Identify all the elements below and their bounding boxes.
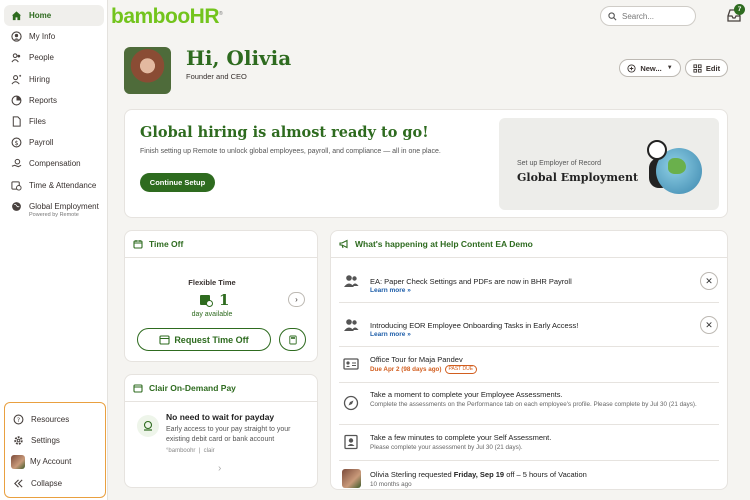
file-icon — [11, 116, 22, 127]
calendar-icon — [133, 239, 143, 249]
page-title: Hi, Olivia — [186, 46, 292, 70]
globe-icon — [11, 201, 22, 212]
learn-more-link[interactable]: Learn more » — [370, 331, 411, 338]
profile-photo[interactable] — [124, 47, 171, 94]
sidebar-item-collapse[interactable]: Collapse — [6, 473, 105, 494]
people-icon — [11, 52, 22, 63]
job-title: Founder and CEO — [186, 72, 247, 81]
chevron-down-icon: ▼ — [666, 65, 673, 71]
sidebar-item-resources[interactable]: ? Resources — [6, 409, 105, 430]
whats-happening-heading: What's happening at Help Content EA Demo — [339, 239, 533, 249]
global-employment-promo[interactable]: Set up Employer of Record Global Employm… — [499, 118, 719, 210]
pie-chart-icon — [11, 95, 22, 106]
bottom-nav: ? Resources Settings My Account Collapse — [4, 402, 106, 498]
gear-icon — [13, 435, 24, 446]
clock-calendar-icon — [11, 180, 22, 191]
calendar-request-icon — [159, 334, 170, 345]
dismiss-button[interactable]: ✕ — [700, 272, 718, 290]
calculator-icon — [288, 335, 297, 345]
chevron-right-icon[interactable]: › — [218, 463, 221, 474]
learn-more-link[interactable]: Learn more » — [370, 287, 411, 294]
time-off-balance: 1 — [199, 291, 229, 309]
plus-circle-icon — [627, 63, 636, 73]
person-circle-icon — [11, 31, 22, 42]
sidebar-item-files[interactable]: Files — [4, 111, 104, 132]
list-item[interactable]: Take a moment to complete your Employee … — [339, 383, 719, 425]
global-hiring-subtitle: Finish setting up Remote to unlock globa… — [140, 148, 441, 155]
people-icon — [343, 317, 359, 333]
panda-head-illustration — [647, 140, 667, 160]
pay-card-icon — [133, 383, 143, 393]
hiring-icon — [11, 74, 22, 85]
main-nav: Home My Info People Hiring Reports Files… — [4, 5, 104, 218]
money-clock-icon — [137, 415, 159, 437]
person-card-icon — [343, 434, 359, 450]
clair-heading: Clair On-Demand Pay — [133, 383, 236, 393]
avatar — [342, 469, 361, 488]
id-card-icon — [343, 356, 359, 372]
sidebar: Home My Info People Hiring Reports Files… — [0, 0, 108, 500]
megaphone-icon — [339, 239, 349, 249]
list-item[interactable]: EA: Paper Check Settings and PDFs are no… — [339, 259, 719, 303]
global-employment-sublabel: Powered by Remote — [29, 211, 79, 218]
continue-setup-button[interactable]: Continue Setup — [140, 173, 215, 192]
grid-icon — [693, 63, 702, 73]
chevron-right-icon[interactable]: › — [288, 292, 305, 307]
time-off-heading: Time Off — [133, 239, 183, 249]
time-off-policy: Flexible Time — [188, 278, 236, 287]
list-item[interactable]: Take a few minutes to complete your Self… — [339, 425, 719, 461]
sidebar-item-my-account[interactable]: My Account — [6, 451, 105, 472]
sidebar-item-people[interactable]: People — [4, 47, 104, 68]
calendar-clock-icon — [199, 293, 213, 307]
clair-body: Early access to your pay straight to you… — [166, 426, 291, 443]
partner-logos: °bamboohr | clair — [166, 448, 215, 454]
double-chevron-left-icon — [13, 478, 24, 489]
bamboohr-logo[interactable]: bambooHR® — [111, 5, 223, 29]
dismiss-button[interactable]: ✕ — [700, 316, 718, 334]
edit-button[interactable]: Edit — [685, 59, 728, 77]
global-hiring-title: Global hiring is almost ready to go! — [140, 124, 429, 141]
hand-coin-icon — [11, 158, 22, 169]
compass-icon — [343, 395, 359, 411]
past-due-badge: PAST DUE — [444, 365, 478, 374]
search-input[interactable]: Search... — [600, 6, 696, 26]
list-item[interactable]: Olivia Sterling requested Friday, Sep 19… — [339, 461, 719, 489]
request-time-off-button[interactable]: Request Time Off — [137, 328, 271, 351]
sidebar-item-hiring[interactable]: Hiring — [4, 69, 104, 90]
sidebar-item-settings[interactable]: Settings — [6, 430, 105, 451]
dollar-circle-icon: $ — [11, 137, 22, 148]
sidebar-item-reports[interactable]: Reports — [4, 90, 104, 111]
calculator-button[interactable] — [279, 328, 306, 351]
list-item[interactable]: Office Tour for Maja Pandev Due Apr 2 (9… — [339, 347, 719, 383]
clair-card: Clair On-Demand Pay No need to wait for … — [124, 374, 318, 488]
sidebar-item-compensation[interactable]: Compensation — [4, 153, 104, 174]
people-icon — [343, 273, 359, 289]
home-icon — [11, 10, 22, 21]
new-button[interactable]: New... ▼ — [619, 59, 681, 77]
sidebar-item-my-info[interactable]: My Info — [4, 26, 104, 47]
list-item[interactable]: Introducing EOR Employee Onboarding Task… — [339, 303, 719, 347]
svg-text:?: ? — [17, 416, 20, 424]
clair-title: No need to wait for payday — [166, 412, 275, 422]
whats-happening-card: What's happening at Help Content EA Demo… — [330, 230, 728, 490]
sidebar-item-home[interactable]: Home — [4, 5, 104, 27]
global-hiring-card: Global hiring is almost ready to go! Fin… — [124, 109, 728, 218]
svg-text:$: $ — [14, 139, 18, 147]
days-available-label: day available — [191, 311, 233, 318]
time-off-card: Time Off Flexible Time 1 day available ›… — [124, 230, 318, 362]
sidebar-item-payroll[interactable]: $ Payroll — [4, 132, 104, 153]
question-circle-icon: ? — [13, 414, 24, 425]
sidebar-item-time-attendance[interactable]: Time & Attendance — [4, 175, 104, 196]
inbox-count-badge: 7 — [734, 4, 745, 15]
topbar: bambooHR® Search... 7 — [108, 0, 750, 34]
avatar — [11, 454, 25, 469]
search-icon — [608, 11, 617, 21]
